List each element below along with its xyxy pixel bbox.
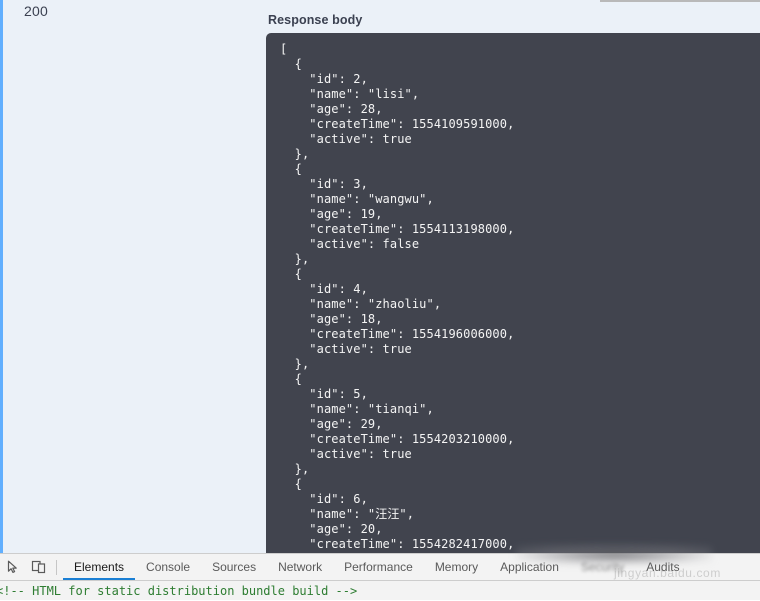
tab-network[interactable]: Network bbox=[267, 555, 333, 580]
toolbar-divider bbox=[56, 559, 57, 575]
tab-audits[interactable]: Audits bbox=[635, 555, 690, 580]
inspect-cursor-icon[interactable] bbox=[0, 554, 26, 580]
response-status-code: 200 bbox=[24, 3, 48, 19]
tab-performance[interactable]: Performance bbox=[333, 555, 424, 580]
swagger-response-panel: 200 Response body [ { "id": 2, "name": "… bbox=[0, 0, 760, 553]
window-top-edge-divider bbox=[600, 0, 760, 2]
elements-html-comment-line: <!-- HTML for static distribution bundle… bbox=[0, 584, 358, 598]
devtools-toolbar: Elements Console Sources Network Perform… bbox=[0, 554, 760, 581]
devtools-panel: Elements Console Sources Network Perform… bbox=[0, 553, 760, 600]
tab-application[interactable]: Application bbox=[489, 555, 570, 580]
tab-console[interactable]: Console bbox=[135, 555, 201, 580]
response-body-label: Response body bbox=[268, 13, 363, 27]
tab-memory[interactable]: Memory bbox=[424, 555, 489, 580]
response-body-json: [ { "id": 2, "name": "lisi", "age": 28, … bbox=[280, 42, 515, 551]
device-toolbar-icon[interactable] bbox=[26, 554, 52, 580]
response-body-code-block[interactable]: [ { "id": 2, "name": "lisi", "age": 28, … bbox=[266, 33, 760, 553]
tab-security[interactable]: Security bbox=[570, 555, 635, 580]
tab-elements[interactable]: Elements bbox=[63, 555, 136, 580]
tab-sources[interactable]: Sources bbox=[201, 555, 267, 580]
